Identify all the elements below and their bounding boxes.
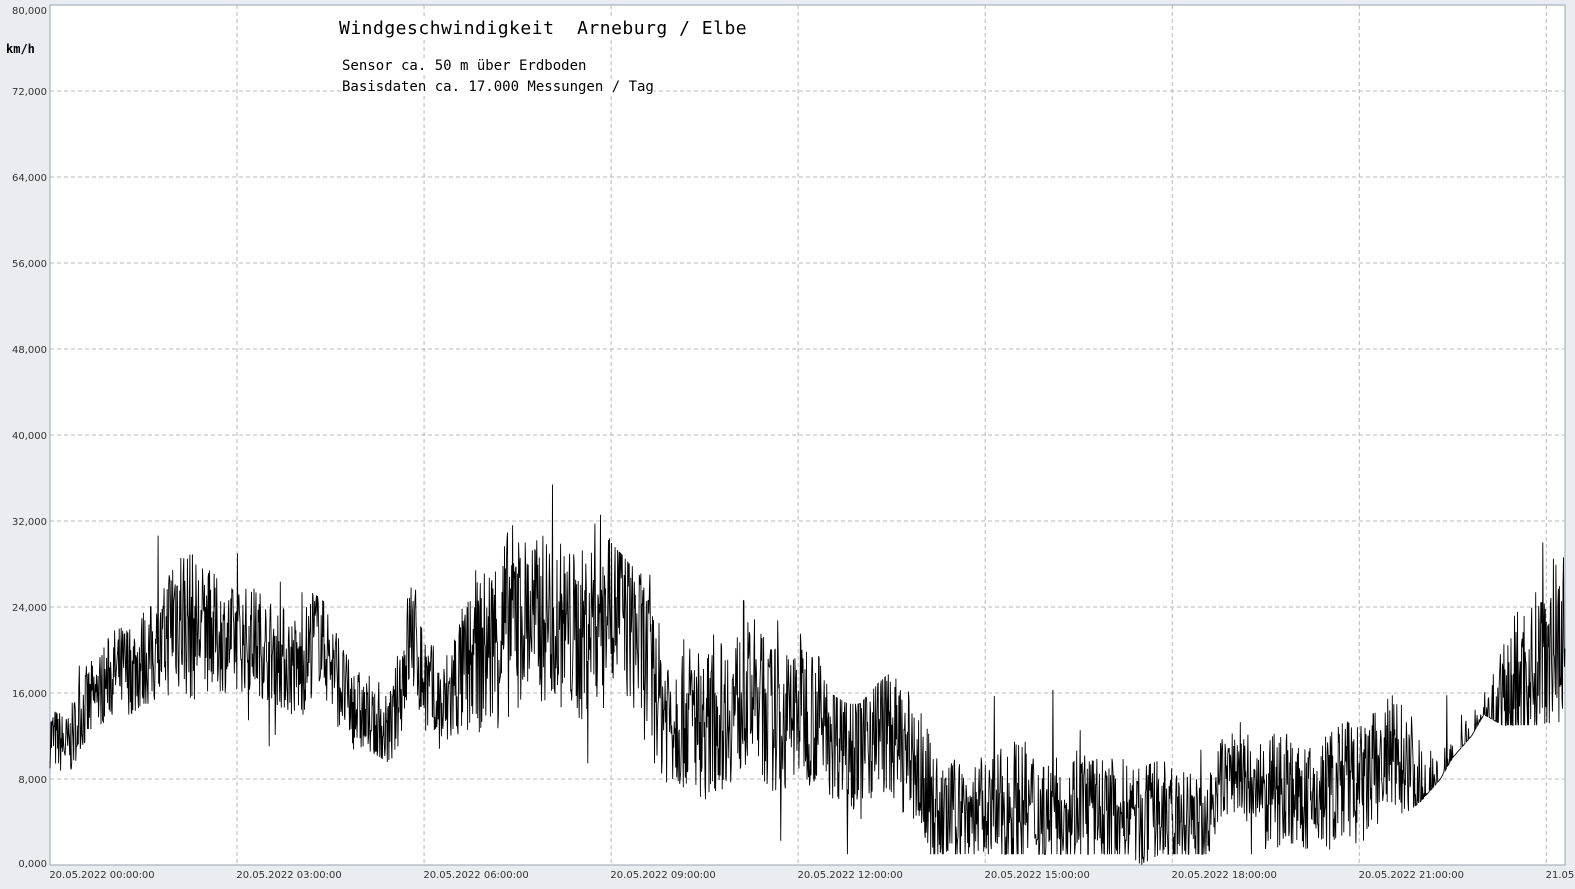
wind-speed-chart: 0,000 8,000 16,000 24,000 32,000 40,000 48,000…	[12, 4, 1575, 881]
x-tick-label: 20.05.2022 15:00:00	[985, 870, 1090, 881]
x-tick-label: 20.05.2022 18:00:00	[1172, 870, 1277, 881]
y-tick-label: 72,000	[12, 87, 47, 98]
y-tick-label: 40,000	[12, 431, 47, 442]
y-tick-label: 32,000	[12, 517, 47, 528]
x-tick-label: 20.05.2022 12:00:00	[797, 870, 902, 881]
chart-title: Windgeschwindigkeit Arneburg / Elbe	[339, 18, 748, 39]
x-tick-label: 20.05.2022 06:00:00	[423, 870, 528, 881]
x-tick-label: 20.05.2022 00:00:00	[49, 870, 154, 881]
chart-frame: 0,000 8,000 16,000 24,000 32,000 40,000 48,000…	[0, 0, 1575, 889]
x-tick-label: 20.05.2022 09:00:00	[610, 870, 715, 881]
y-tick-label: 8,000	[18, 775, 47, 786]
y-tick-label: 0,000	[18, 859, 47, 870]
chart-subtitle-basis: Basisdaten ca. 17.000 Messungen / Tag	[342, 79, 654, 95]
y-tick-label: 80,000	[12, 6, 47, 17]
x-tick-label: 21.05.2022 00:00:00	[1546, 870, 1575, 881]
y-tick-label: 24,000	[12, 603, 47, 614]
chart-subtitle-sensor: Sensor ca. 50 m über Erdboden	[342, 58, 587, 74]
y-tick-label: 56,000	[12, 259, 47, 270]
y-tick-label: 48,000	[12, 345, 47, 356]
x-tick-label: 20.05.2022 03:00:00	[236, 870, 341, 881]
y-axis-unit-label: km/h	[6, 42, 35, 56]
x-tick-label: 20.05.2022 21:00:00	[1359, 870, 1464, 881]
y-tick-label: 16,000	[12, 689, 47, 700]
y-tick-label: 64,000	[12, 173, 47, 184]
